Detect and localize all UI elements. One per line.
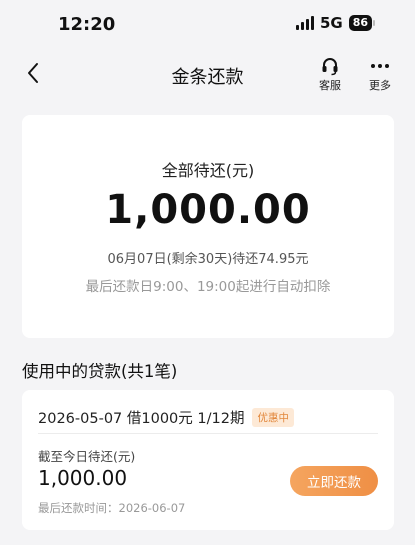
loan-header: 2026-05-07 借1000元 1/12期 优惠中 — [38, 407, 294, 428]
page-title: 金条还款 — [171, 67, 244, 88]
battery-tip — [373, 20, 375, 26]
loan-last-date: 最后还款时间：2026-06-07 — [38, 501, 186, 515]
status-indicators: 5G 86 — [295, 14, 375, 32]
battery-icon: 86 — [348, 15, 372, 31]
loan-due-amount: 1,000.00 — [38, 466, 128, 490]
more-button[interactable]: 更多 — [360, 56, 400, 93]
total-due-label: 全部待还(元) — [161, 161, 255, 180]
nav-bar: 金条还款 客服 更多 — [0, 48, 415, 100]
auto-deduct-note: 最后还款日9:00、19:00起进行自动扣除 — [85, 279, 331, 295]
status-time: 12:20 — [58, 14, 116, 35]
loan-card[interactable]: 2026-05-07 借1000元 1/12期 优惠中 截至今日待还(元) 1,… — [22, 390, 394, 530]
customer-service-button[interactable]: 客服 — [310, 56, 350, 93]
network-type: 5G — [319, 14, 343, 32]
repay-now-button[interactable]: 立即还款 — [290, 466, 378, 496]
headset-icon — [310, 56, 350, 76]
next-due-text: 06月07日(剩余30天)待还74.95元 — [107, 252, 309, 267]
loans-section-title: 使用中的贷款(共1笔) — [22, 362, 178, 381]
more-label: 更多 — [369, 79, 391, 92]
loan-due-label: 截至今日待还(元) — [38, 449, 136, 464]
loan-title: 2026-05-07 借1000元 1/12期 — [38, 411, 245, 427]
summary-card: 全部待还(元) 1,000.00 06月07日(剩余30天)待还74.95元 最… — [22, 115, 394, 338]
promo-badge: 优惠中 — [252, 408, 294, 427]
more-dots-icon — [360, 56, 400, 76]
divider — [38, 433, 378, 434]
status-bar: 12:20 5G 86 — [0, 0, 415, 48]
signal-icon — [295, 16, 314, 30]
total-due-amount: 1,000.00 — [105, 187, 311, 233]
customer-service-label: 客服 — [319, 79, 341, 92]
